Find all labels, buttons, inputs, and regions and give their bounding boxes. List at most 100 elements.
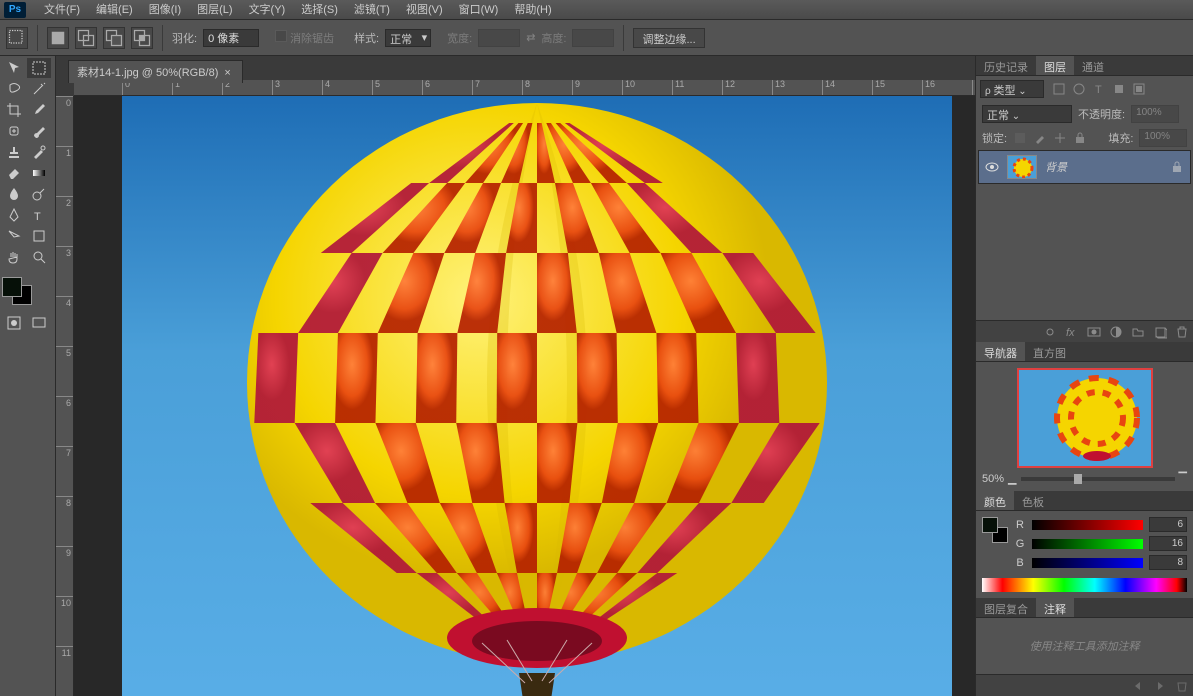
b-label: B [1014,557,1026,569]
magic-wand-tool[interactable] [27,79,51,99]
fx-icon[interactable]: fx [1065,325,1079,339]
zoom-out-icon[interactable]: ▁ [1008,472,1016,485]
next-note-icon [1153,679,1167,693]
g-slider[interactable] [1032,539,1143,549]
mask-icon[interactable] [1087,325,1101,339]
new-selection-icon[interactable] [47,27,69,49]
navigator-thumbnail[interactable] [1017,368,1153,468]
tab-notes[interactable]: 注释 [1036,598,1074,617]
intersect-selection-icon[interactable] [131,27,153,49]
layer-row-background[interactable]: 背景 [978,150,1191,184]
marquee-tool[interactable] [27,58,51,78]
blur-tool[interactable] [2,184,26,204]
tab-layers[interactable]: 图层 [1036,56,1074,75]
r-slider[interactable] [1032,520,1143,530]
close-icon[interactable]: × [224,67,234,77]
fill-label: 填充: [1108,130,1133,146]
menu-image[interactable]: 图像(I) [141,0,189,20]
feather-input[interactable] [203,29,259,47]
width-label: 宽度: [447,30,472,46]
lock-pos-icon[interactable] [1053,131,1067,145]
filter-pixel-icon[interactable] [1052,82,1066,96]
menu-window[interactable]: 窗口(W) [451,0,507,20]
adjustment-icon[interactable] [1109,325,1123,339]
canvas[interactable] [74,96,975,696]
r-label: R [1014,519,1026,531]
tab-histogram[interactable]: 直方图 [1025,342,1074,361]
g-value[interactable]: 16 [1149,536,1187,551]
path-tool[interactable] [2,226,26,246]
ruler-vertical: 01234567891011 [56,96,74,696]
color-spectrum[interactable] [982,578,1187,592]
eraser-tool[interactable] [2,163,26,183]
blend-mode-select[interactable]: 正常 ⌄ [982,105,1072,123]
layer-filter-select[interactable]: ρ 类型 ⌄ [980,80,1044,98]
color-swatch-pair[interactable] [982,517,1008,543]
zoom-slider[interactable] [1021,477,1175,481]
document-image [122,96,952,696]
eyedropper-tool[interactable] [27,100,51,120]
r-value[interactable]: 6 [1149,517,1187,532]
style-select[interactable]: 正常▾ [385,29,431,47]
tab-channels[interactable]: 通道 [1074,56,1112,75]
zoom-tool[interactable] [27,247,51,267]
opacity-input[interactable]: 100% [1131,105,1179,123]
crop-tool[interactable] [2,100,26,120]
filter-type-icon[interactable]: T [1092,82,1106,96]
menu-view[interactable]: 视图(V) [398,0,451,20]
menu-edit[interactable]: 编辑(E) [88,0,141,20]
gradient-tool[interactable] [27,163,51,183]
b-value[interactable]: 8 [1149,555,1187,570]
tab-color[interactable]: 颜色 [976,491,1014,510]
document-tab[interactable]: 素材14-1.jpg @ 50%(RGB/8) × [68,60,243,83]
brush-tool[interactable] [27,121,51,141]
trash-icon[interactable] [1175,325,1189,339]
color-swatches[interactable] [0,275,34,307]
stamp-tool[interactable] [2,142,26,162]
quickmask-icon[interactable] [2,313,26,333]
zoom-in-icon[interactable]: ▔ [1179,472,1187,485]
fill-input[interactable]: 100% [1139,129,1187,147]
refine-edge-button[interactable]: 调整边缘... [633,28,704,48]
tool-preset-icon[interactable] [6,27,28,49]
add-selection-icon[interactable] [75,27,97,49]
tab-layercomps[interactable]: 图层复合 [976,598,1036,617]
lock-paint-icon[interactable] [1033,131,1047,145]
menu-select[interactable]: 选择(S) [293,0,346,20]
antialias-label: 消除锯齿 [290,33,334,45]
filter-smart-icon[interactable] [1132,82,1146,96]
move-tool[interactable] [2,58,26,78]
svg-text:T: T [34,211,41,223]
b-slider[interactable] [1032,558,1143,568]
shape-tool[interactable] [27,226,51,246]
healing-tool[interactable] [2,121,26,141]
antialias-checkbox [275,30,287,42]
hand-tool[interactable] [2,247,26,267]
filter-shape-icon[interactable] [1112,82,1126,96]
foreground-color[interactable] [2,277,22,297]
screenmode-icon[interactable] [27,313,51,333]
type-tool[interactable]: T [27,205,51,225]
filter-adjust-icon[interactable] [1072,82,1086,96]
lock-trans-icon[interactable] [1013,131,1027,145]
subtract-selection-icon[interactable] [103,27,125,49]
height-input [572,29,614,47]
notes-footer [976,674,1193,696]
lasso-tool[interactable] [2,79,26,99]
menu-file[interactable]: 文件(F) [36,0,88,20]
dodge-tool[interactable] [27,184,51,204]
new-layer-icon[interactable] [1153,325,1167,339]
lock-all-icon[interactable] [1073,131,1087,145]
history-brush-tool[interactable] [27,142,51,162]
menu-layer[interactable]: 图层(L) [189,0,240,20]
group-icon[interactable] [1131,325,1145,339]
tab-history[interactable]: 历史记录 [976,56,1036,75]
visibility-icon[interactable] [985,162,999,172]
link-icon[interactable] [1043,325,1057,339]
tab-swatches[interactable]: 色板 [1014,491,1052,510]
menu-type[interactable]: 文字(Y) [241,0,294,20]
pen-tool[interactable] [2,205,26,225]
tab-navigator[interactable]: 导航器 [976,342,1025,361]
menu-filter[interactable]: 滤镜(T) [346,0,398,20]
menu-help[interactable]: 帮助(H) [506,0,559,20]
